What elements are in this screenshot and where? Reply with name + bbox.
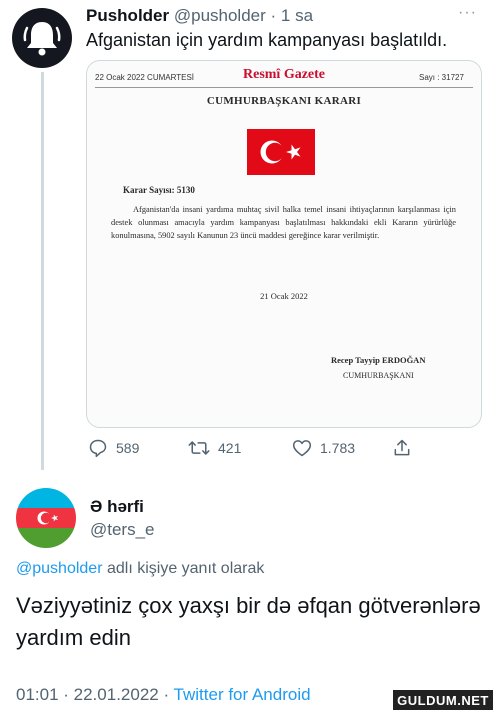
gazette-masthead: Resmî Gazete — [243, 67, 326, 82]
divider — [95, 87, 473, 88]
mention-link[interactable]: @pusholder — [16, 560, 103, 577]
azerbaijan-flag-icon — [16, 488, 76, 548]
watermark-logo: GULDUM.NET — [392, 689, 494, 711]
handle[interactable]: @ters_e — [90, 520, 155, 540]
more-options-icon[interactable]: ··· — [458, 4, 477, 22]
like-count: 1.783 — [320, 440, 356, 456]
heart-icon — [292, 440, 312, 457]
avatar[interactable] — [12, 8, 72, 68]
timestamp[interactable]: 01:01 · 22.01.2022 · — [16, 685, 174, 704]
tweet-author[interactable]: Pusholder @pusholder · 1 sa — [86, 6, 313, 26]
document-title: CUMHURBAŞKANI KARARI — [206, 95, 362, 107]
signer-title: CUMHURBAŞKANI — [343, 371, 414, 380]
decision-number: Karar Sayısı: 5130 — [123, 185, 195, 195]
decision-body: Afganistan'da insani yardıma muhtaç sivi… — [111, 205, 456, 240]
retweet-button[interactable]: 421 — [188, 438, 241, 458]
turkish-flag-icon — [247, 129, 315, 175]
tweet-text: Vəziyyətiniz çox yaxşı bir də əfqan götv… — [16, 593, 481, 650]
reply-count: 589 — [116, 440, 140, 456]
like-button[interactable]: 1.783 — [292, 438, 355, 458]
avatar[interactable] — [16, 488, 76, 548]
bell-icon — [23, 22, 61, 56]
tweet-meta: 01:01 · 22.01.2022 · Twitter for Android — [16, 685, 311, 705]
replying-to: @pusholder adlı kişiye yanıt olarak — [16, 560, 264, 578]
reply-context-text: adlı kişiye yanıt olarak — [102, 560, 265, 577]
handle-and-time[interactable]: @pusholder · 1 sa — [174, 6, 313, 25]
display-name[interactable]: Ə hərfi — [90, 497, 144, 517]
tweet-text: Afganistan için yardım kampanyası başlat… — [86, 30, 448, 50]
retweet-icon — [188, 441, 210, 455]
thread-connector — [41, 72, 44, 470]
share-button[interactable] — [392, 438, 412, 458]
gazette-issue: Sayı : 31727 — [419, 73, 464, 82]
display-name[interactable]: Pusholder — [86, 6, 169, 25]
gazette-date: 22 Ocak 2022 CUMARTESİ — [95, 73, 195, 82]
reply-icon — [89, 439, 107, 458]
share-icon — [394, 439, 410, 456]
attached-image[interactable]: 22 Ocak 2022 CUMARTESİ Resmî Gazete Sayı… — [86, 60, 482, 428]
signer-name: Recep Tayyip ERDOĞAN — [331, 355, 426, 365]
retweet-count: 421 — [218, 440, 242, 456]
source-link[interactable]: Twitter for Android — [174, 685, 311, 704]
signature-date: 21 Ocak 2022 — [260, 291, 308, 301]
reply-button[interactable]: 589 — [88, 438, 139, 458]
